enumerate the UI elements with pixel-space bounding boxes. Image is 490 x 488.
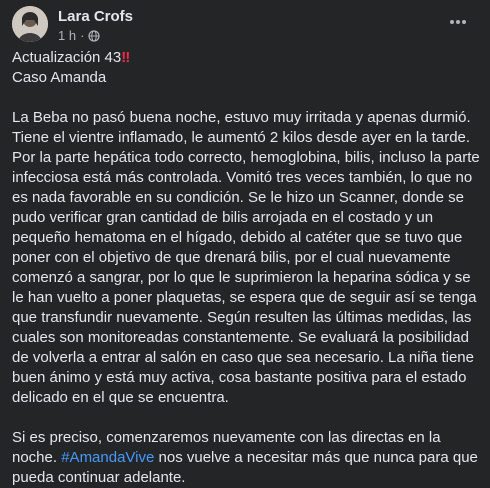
avatar-image xyxy=(12,6,48,42)
globe-icon[interactable] xyxy=(88,29,101,42)
post-title: Actualización 43 xyxy=(12,49,122,66)
post-paragraph-2: Si es preciso, comenzaremos nuevamente c… xyxy=(12,428,480,488)
post-subtitle: Caso Amanda xyxy=(12,69,107,86)
hashtag-link[interactable]: #AmandaVive xyxy=(61,449,154,466)
post-time[interactable]: 1 h xyxy=(58,28,76,43)
meta-separator: · xyxy=(80,28,85,43)
double-exclamation-emoji: ‼ xyxy=(121,49,130,66)
post-content: Actualización 43‼ Caso Amanda La Beba no… xyxy=(12,48,480,488)
more-options-icon[interactable] xyxy=(444,10,472,34)
post-paragraph-1: La Beba no pasó buena noche, estuvo muy … xyxy=(12,109,480,406)
facebook-post: Lara Crofs 1 h · Actualización 43‼ Caso … xyxy=(0,0,490,486)
author-name[interactable]: Lara Crofs xyxy=(58,8,133,25)
post-title-line: Actualización 43‼ xyxy=(12,48,480,68)
post-meta: 1 h · xyxy=(58,28,101,43)
post-header: Lara Crofs 1 h · xyxy=(12,6,478,46)
avatar[interactable] xyxy=(12,6,48,42)
